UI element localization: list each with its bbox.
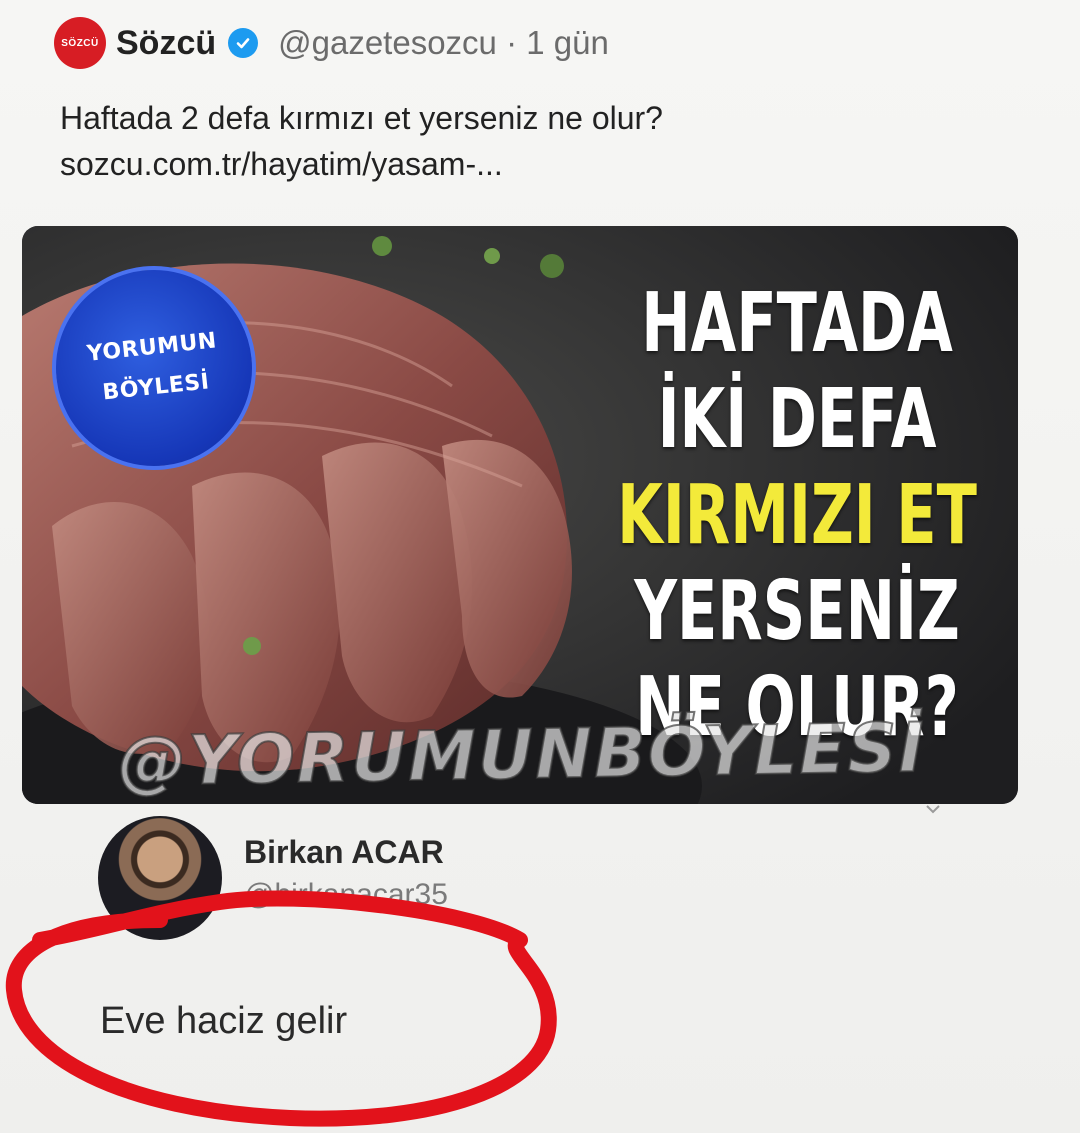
tweet-text: Haftada 2 defa kırmızı et yerseniz ne ol… [60, 95, 1020, 187]
reply-text: Eve haciz gelir [100, 1000, 348, 1042]
headline-line-highlight: KIRMIZI ET [617, 468, 977, 563]
reply-author-handle[interactable]: @birkanacar35 [244, 878, 448, 912]
headline-line: İKİ DEFA [657, 372, 937, 467]
tweet-header: SÖZCÜ Sözcü @gazetesozcu · 1 gün [54, 17, 609, 69]
watermark: @YORUMUNBÖYLESİ [116, 708, 927, 803]
tweet-text-line: Haftada 2 defa kırmızı et yerseniz ne ol… [60, 100, 663, 136]
account-name[interactable]: Sözcü [116, 24, 216, 63]
account-handle[interactable]: @gazetesozcu · 1 gün [278, 24, 609, 62]
tweet-media-image[interactable]: YORUMUN BÖYLESİ HAFTADA İKİ DEFA KIRMIZI… [22, 226, 1018, 804]
headline-line: YERSENİZ [634, 564, 960, 659]
chevron-down-icon[interactable] [924, 800, 942, 818]
sozcu-logo[interactable]: SÖZCÜ [54, 17, 106, 69]
avatar[interactable] [98, 816, 222, 940]
headline-line: HAFTADA [641, 276, 953, 371]
image-headline: HAFTADA İKİ DEFA KIRMIZI ET YERSENİZ NE … [617, 276, 977, 756]
screenshot: SÖZCÜ Sözcü @gazetesozcu · 1 gün Haftada… [0, 0, 1080, 1133]
tweet-time: 1 gün [526, 24, 609, 61]
reply-author-name[interactable]: Birkan ACAR [244, 834, 444, 871]
time-separator: · [506, 24, 518, 61]
verified-icon [228, 28, 259, 58]
tweet-link[interactable]: sozcu.com.tr/hayatim/yasam-... [60, 141, 1020, 187]
